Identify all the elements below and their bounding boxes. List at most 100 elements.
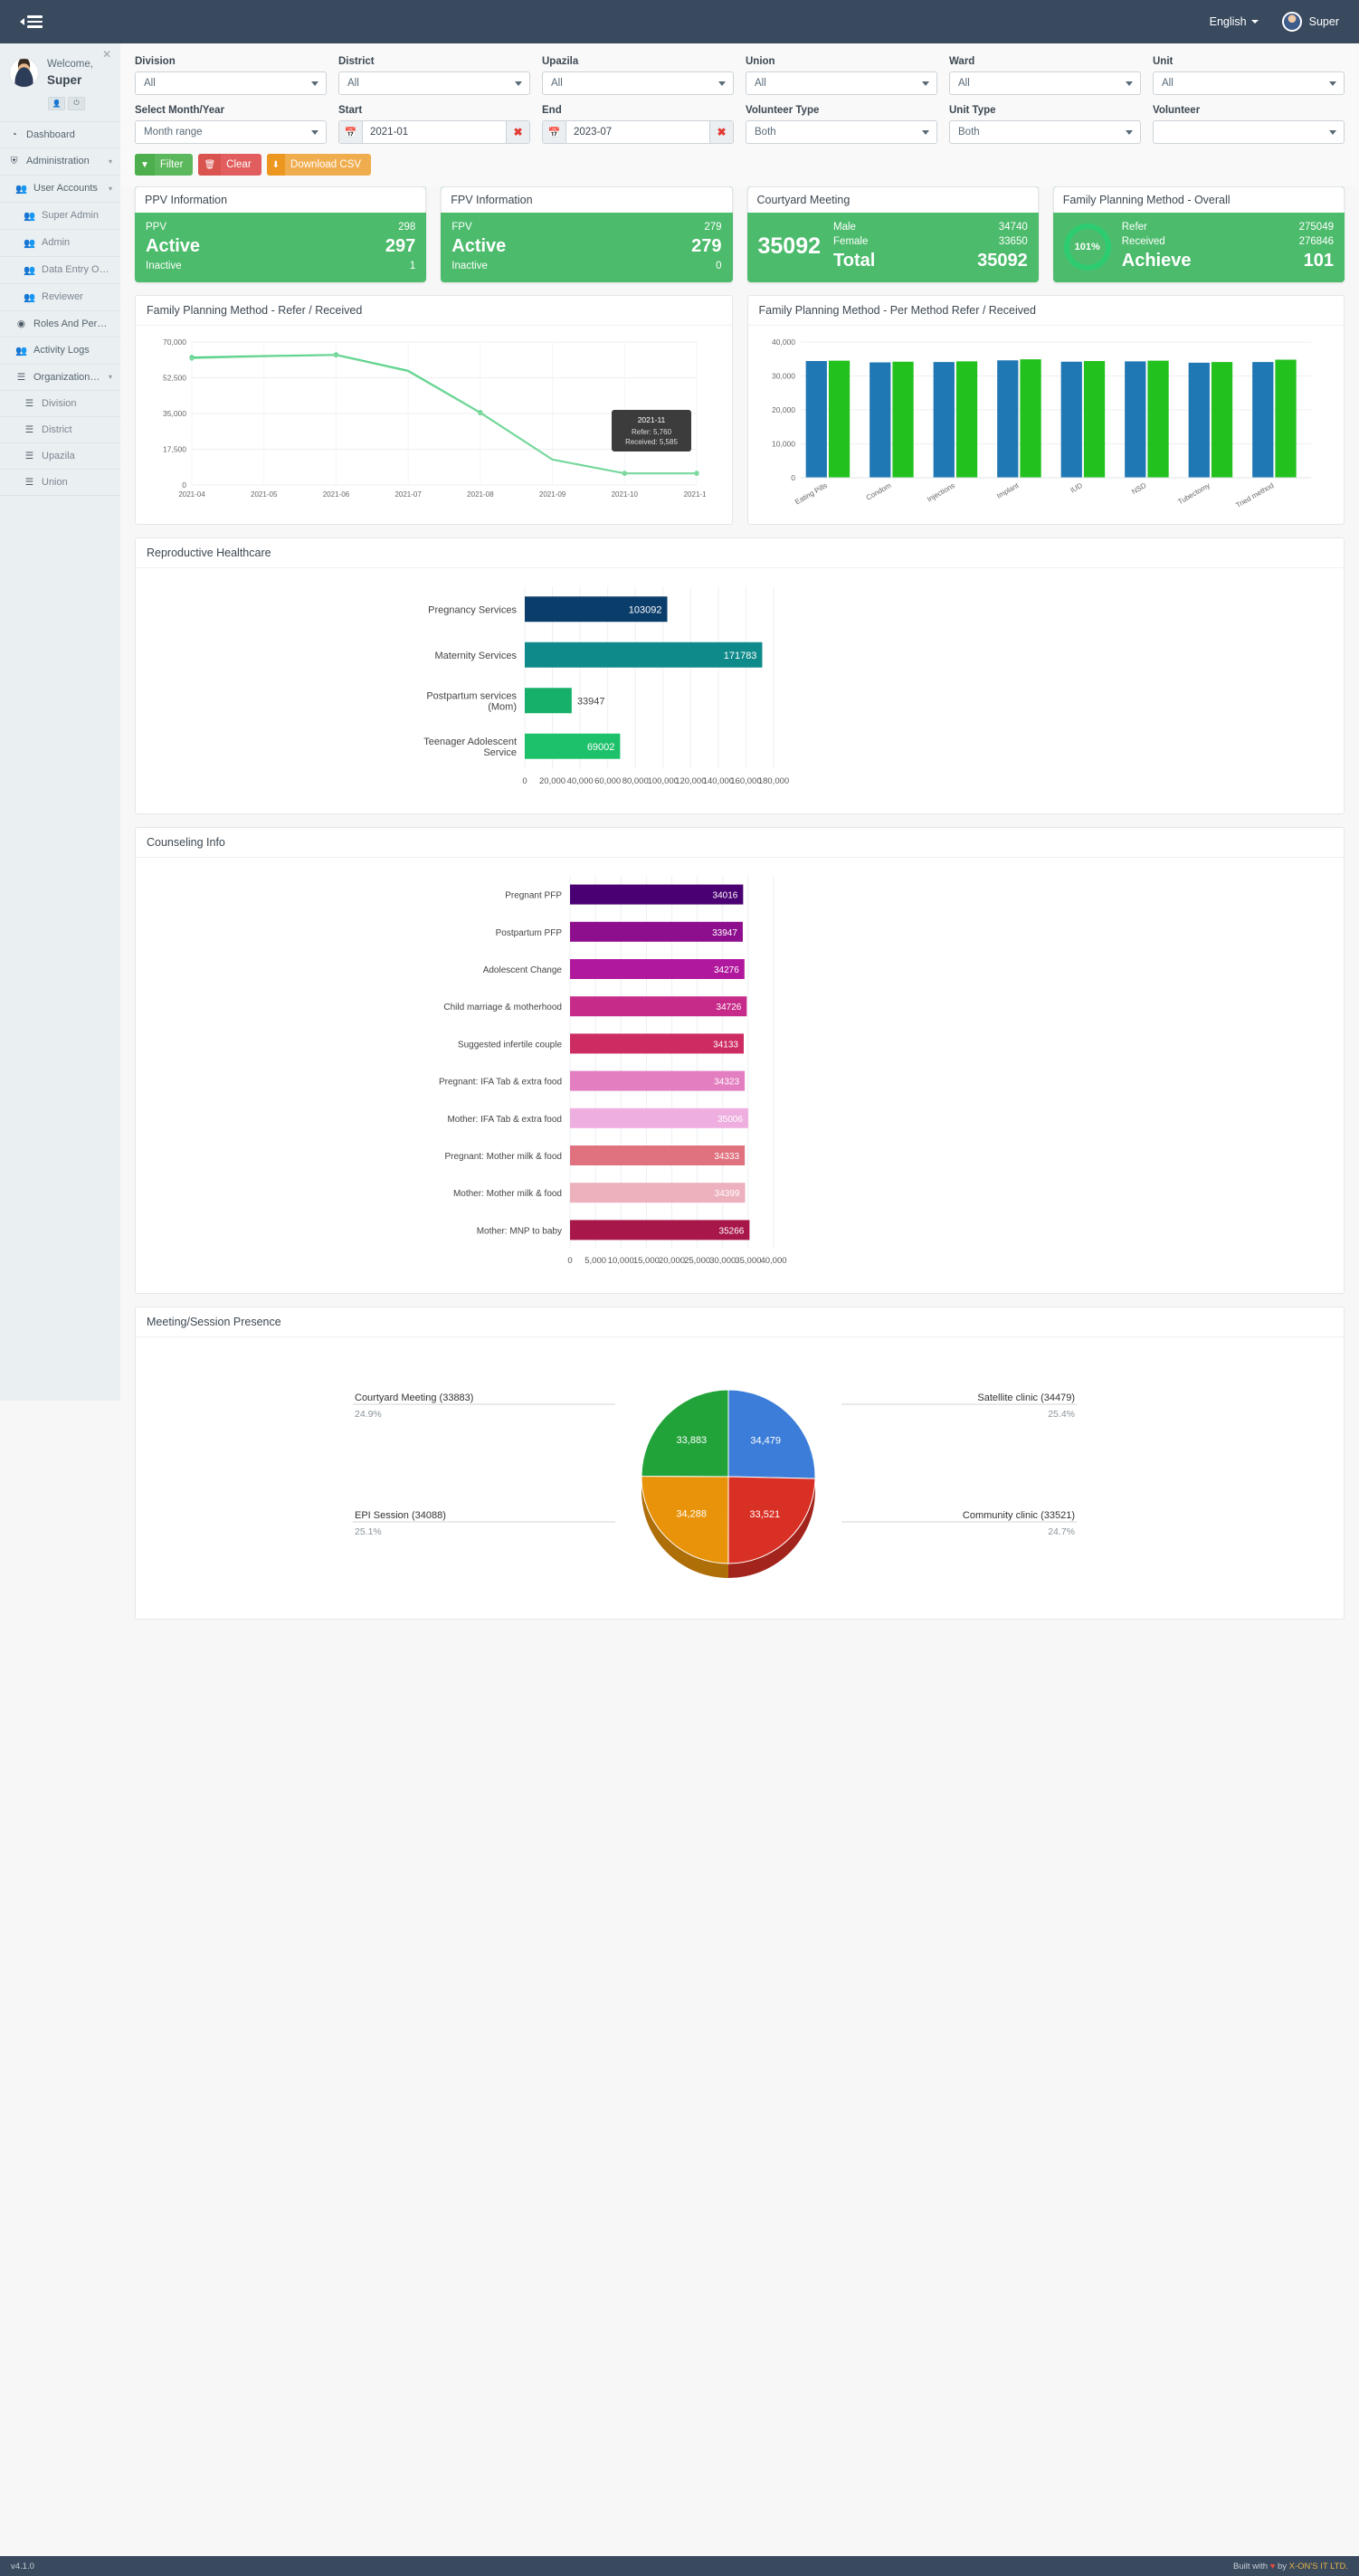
svg-text:80,000: 80,000 — [622, 776, 649, 786]
unit-type-select[interactable]: Both — [949, 120, 1141, 144]
filter-unit: Unit All — [1153, 56, 1345, 95]
filter-district: District All — [338, 56, 530, 95]
sidebar-item-super-admin[interactable]: 👥 Super Admin — [0, 203, 120, 230]
svg-text:25.4%: 25.4% — [1048, 1409, 1075, 1420]
ward-select[interactable]: All — [949, 71, 1141, 95]
svg-text:Teenager Adolescent: Teenager Adolescent — [423, 737, 517, 747]
filter-button[interactable]: ▼ Filter — [135, 154, 194, 176]
panel-reproductive-healthcare: Reproductive Healthcare 0 20,000 40,000 60,… — [135, 537, 1345, 814]
fp-received-value: 276846 — [1298, 236, 1334, 247]
footer-company-link[interactable]: X-ON'S IT LTD. — [1289, 2562, 1348, 2571]
ppv-row-value: 298 — [398, 222, 416, 233]
meeting-pie-chart[interactable]: 34,479 33,521 34,288 33,883 Satellite clinic… — [145, 1343, 1312, 1605]
svg-text:15,000: 15,000 — [633, 1256, 660, 1266]
users-icon: 👥 — [15, 183, 28, 195]
district-select[interactable]: All — [338, 71, 530, 95]
svg-text:35266: 35266 — [719, 1226, 745, 1236]
sidebar-item-division[interactable]: ☰ Division — [0, 391, 120, 417]
panel-fp-per-method: Family Planning Method - Per Method Refe… — [746, 295, 1345, 525]
sidebar-item-label: Admin — [42, 237, 71, 249]
upazila-select[interactable]: All — [542, 71, 734, 95]
sidebar-item-union[interactable]: ☰ Union — [0, 470, 120, 496]
ppv-inactive-value: 1 — [409, 261, 416, 271]
chevron-down-icon: ▾ — [108, 184, 112, 193]
counseling-hbar-chart[interactable]: 0 5,000 10,000 15,000 20,000 25,000 30,000 35,0… — [145, 863, 1312, 1279]
filter-month-year: Select Month/Year Month range — [135, 105, 327, 144]
division-select[interactable]: All — [135, 71, 327, 95]
close-icon[interactable]: ✕ — [102, 49, 111, 60]
filter-union-label: Union — [746, 56, 775, 67]
sidebar-item-roles-and-permissions[interactable]: ◉ Roles And Permissions — [0, 311, 120, 337]
sidebar-item-reviewer[interactable]: 👥 Reviewer — [0, 284, 120, 311]
main-content: Division All District All Upazila All Un… — [120, 43, 1359, 1632]
volunteer-type-select[interactable]: Both — [746, 120, 937, 144]
filter-end-label: End — [542, 105, 562, 116]
sidebar-item-data-entry-operator[interactable]: 👥 Data Entry Operator — [0, 257, 120, 284]
fpv-active-label: Active — [451, 236, 507, 256]
start-clear-icon[interactable]: ✖ — [506, 121, 529, 143]
filter-row-2: Select Month/Year Month range Start 📅 ✖ … — [135, 105, 1345, 144]
list-icon: ☰ — [24, 476, 34, 488]
svg-text:34323: 34323 — [714, 1078, 739, 1088]
hamburger-icon[interactable] — [27, 15, 43, 28]
svg-text:Mother: MNP to baby: Mother: MNP to baby — [477, 1226, 562, 1236]
card-ppv: PPV Information PPV 298 Active 297 Inact… — [135, 186, 427, 282]
user-icon[interactable]: 👤 — [48, 96, 65, 110]
sidebar-item-admin[interactable]: 👥 Admin — [0, 230, 120, 257]
filter-volunteer-label: Volunteer — [1153, 105, 1201, 116]
sidebar-item-administration[interactable]: ⛨ Administration ▾ — [0, 148, 120, 176]
language-selector[interactable]: English — [1210, 15, 1259, 28]
list-icon: ☰ — [24, 450, 34, 461]
svg-text:10,000: 10,000 — [772, 440, 795, 449]
fp-received-label: Received — [1121, 236, 1165, 247]
clear-button[interactable]: 🗑 Clear — [198, 154, 261, 176]
filter-volunteer-type-label: Volunteer Type — [746, 105, 820, 116]
svg-text:34726: 34726 — [717, 1003, 742, 1012]
courtyard-total-value: 35092 — [977, 251, 1028, 271]
line-chart[interactable]: 0 17,500 35,000 52,500 70,000 2021-04 2021-05 2… — [145, 335, 710, 516]
unit-select[interactable]: All — [1153, 71, 1345, 95]
card-fpv: FPV Information FPV 279 Active 279 Inact… — [441, 186, 733, 282]
fpv-row-label: FPV — [451, 222, 472, 233]
start-date-input[interactable] — [363, 121, 506, 143]
filter-row-1: Division All District All Upazila All Un… — [135, 56, 1345, 95]
svg-text:Pregnant: Mother milk & food: Pregnant: Mother milk & food — [444, 1152, 562, 1162]
download-icon: ⬇ — [266, 154, 286, 176]
list-icon: ☰ — [24, 423, 34, 435]
ppv-inactive-label: Inactive — [146, 261, 182, 271]
svg-text:34399: 34399 — [715, 1189, 740, 1199]
volunteer-select[interactable] — [1153, 120, 1345, 144]
power-icon[interactable]: ⏻ — [68, 96, 85, 110]
user-menu[interactable]: Super — [1281, 12, 1339, 32]
svg-text:2021-07: 2021-07 — [394, 490, 422, 499]
svg-text:100,000: 100,000 — [648, 776, 679, 786]
fp-refer-label: Refer — [1121, 222, 1147, 233]
month-year-select[interactable]: Month range — [135, 120, 327, 144]
svg-text:Tubectomy: Tubectomy — [1176, 481, 1212, 506]
svg-text:2021-04: 2021-04 — [178, 490, 205, 499]
reproductive-hbar-chart[interactable]: 0 20,000 40,000 60,000 80,000100,000120,0001… — [145, 574, 1312, 800]
union-select[interactable]: All — [746, 71, 937, 95]
language-label: English — [1209, 15, 1247, 28]
svg-text:Received: 5,585: Received: 5,585 — [625, 438, 678, 446]
svg-text:40,000: 40,000 — [760, 1256, 786, 1266]
svg-text:34,479: 34,479 — [750, 1436, 781, 1447]
sidebar-item-organizational-structure[interactable]: ☰ Organizational Structure ▾ — [0, 365, 120, 391]
filter-ward: Ward All — [949, 56, 1141, 95]
sidebar-item-label: Reviewer — [42, 291, 83, 303]
sidebar-toggle-button[interactable] — [20, 15, 43, 28]
sidebar-item-user-accounts[interactable]: 👥 User Accounts ▾ — [0, 176, 120, 203]
sidebar-item-activity-logs[interactable]: 👥 Activity Logs — [0, 337, 120, 365]
sidebar-item-district[interactable]: ☰ District — [0, 417, 120, 443]
svg-text:Refer: 5,760: Refer: 5,760 — [632, 428, 672, 436]
grouped-bar-chart[interactable]: 0 10,000 20,000 30,000 40,000 Eating Pills Con… — [757, 335, 1318, 516]
end-clear-icon[interactable]: ✖ — [709, 121, 733, 143]
collapse-caret-icon — [20, 18, 24, 25]
download-csv-button[interactable]: ⬇ Download CSV — [266, 154, 372, 176]
sidebar-item-dashboard[interactable]: ◔ Dashboard — [0, 122, 120, 148]
panel-reproductive-title: Reproductive Healthcare — [136, 538, 1344, 568]
sidebar-item-label: Administration — [26, 156, 90, 167]
sidebar-item-upazila[interactable]: ☰ Upazila — [0, 443, 120, 470]
card-courtyard-title: Courtyard Meeting — [746, 186, 1039, 213]
end-date-input[interactable] — [566, 121, 709, 143]
